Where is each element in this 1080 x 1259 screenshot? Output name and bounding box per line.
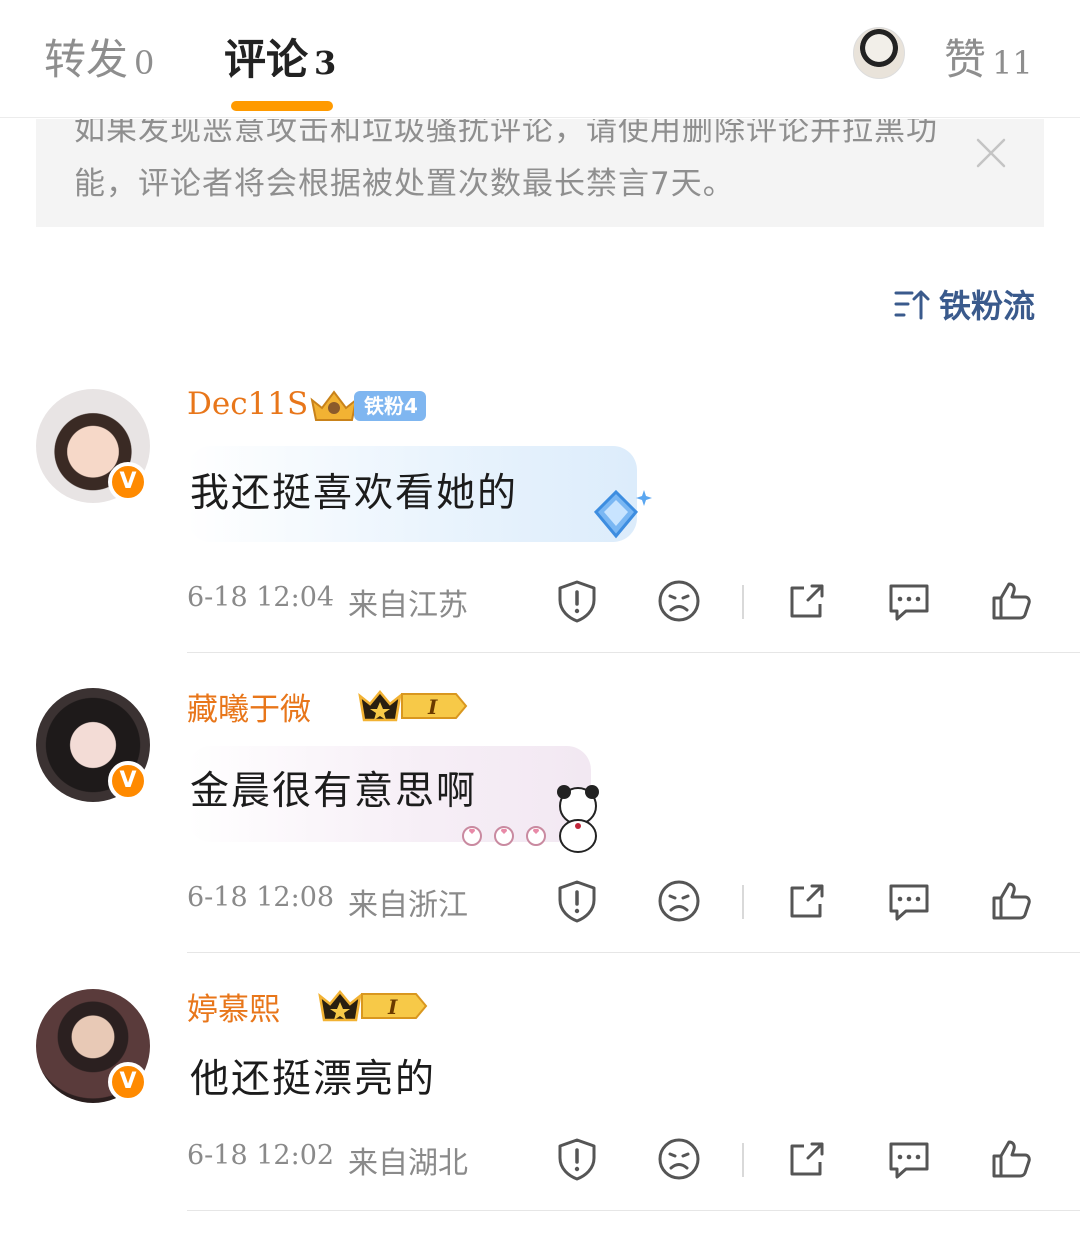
share-icon[interactable] bbox=[784, 578, 830, 624]
diamond-sticker-icon bbox=[593, 489, 652, 539]
active-tab-indicator bbox=[231, 101, 333, 111]
vip-level-text: I bbox=[387, 995, 398, 1019]
dislike-face-icon[interactable] bbox=[656, 878, 702, 924]
tab-comment[interactable]: 评论 3 bbox=[224, 26, 336, 87]
report-icon[interactable] bbox=[554, 878, 600, 924]
dislike-face-icon[interactable] bbox=[656, 1136, 702, 1182]
comment-location: 来自江苏 bbox=[348, 588, 468, 623]
verified-badge: V bbox=[108, 761, 148, 801]
action-divider bbox=[742, 885, 744, 919]
comment-divider bbox=[187, 952, 1080, 953]
comment-location: 来自浙江 bbox=[348, 888, 468, 923]
like-icon[interactable] bbox=[988, 878, 1034, 924]
vip-crown-badge[interactable]: I bbox=[316, 986, 430, 1026]
comment-time: 6-18 12:08 bbox=[187, 882, 335, 913]
comment-time: 6-18 12:02 bbox=[187, 1140, 335, 1171]
iron-fan-badge[interactable]: 铁粉4 bbox=[308, 389, 426, 423]
comment-username[interactable]: 婷慕熙 bbox=[187, 984, 280, 1029]
sort-label: 铁粉流 bbox=[939, 287, 1036, 325]
comment-text: 我还挺喜欢看她的 bbox=[190, 471, 519, 516]
verified-badge: V bbox=[108, 462, 148, 502]
comment-time: 6-18 12:04 bbox=[187, 582, 335, 613]
sort-button[interactable]: 铁粉流 bbox=[893, 284, 1036, 325]
reply-icon[interactable] bbox=[886, 1136, 932, 1182]
report-icon[interactable] bbox=[554, 1136, 600, 1182]
tab-forward[interactable]: 转发 0 bbox=[44, 26, 154, 87]
comment-username[interactable]: Dec11S bbox=[187, 386, 308, 422]
comment-username[interactable]: 藏曦于微 bbox=[187, 684, 311, 729]
vip-crown-badge[interactable]: I bbox=[356, 686, 470, 726]
tab-forward-count: 0 bbox=[134, 44, 155, 82]
vip-level-text: I bbox=[427, 695, 438, 719]
like-icon[interactable] bbox=[988, 578, 1034, 624]
like-icon[interactable] bbox=[988, 1136, 1034, 1182]
verified-badge: V bbox=[108, 1062, 148, 1102]
action-divider bbox=[742, 585, 744, 619]
moderation-notice: 如果发现恶意攻击和垃圾骚扰评论，请使用删除评论并拉黑功能，评论者将会根据被处置次… bbox=[36, 119, 1044, 227]
tab-comment-count: 3 bbox=[314, 44, 337, 82]
report-icon[interactable] bbox=[554, 578, 600, 624]
tab-comment-label: 评论 bbox=[224, 35, 309, 84]
reply-icon[interactable] bbox=[886, 878, 932, 924]
dislike-face-icon[interactable] bbox=[656, 578, 702, 624]
comment-text: 他还挺漂亮的 bbox=[190, 1057, 437, 1102]
comment-text: 金晨很有意思啊 bbox=[190, 769, 478, 814]
tab-like-label: 赞 bbox=[944, 35, 987, 84]
sort-icon bbox=[894, 290, 930, 320]
tab-forward-label: 转发 bbox=[44, 35, 129, 84]
share-icon[interactable] bbox=[784, 878, 830, 924]
reply-icon[interactable] bbox=[886, 578, 932, 624]
comment-divider bbox=[187, 1210, 1080, 1211]
like-user-avatar[interactable] bbox=[853, 27, 905, 79]
tab-like-count: 11 bbox=[992, 44, 1033, 82]
crown-icon bbox=[310, 390, 358, 421]
close-icon[interactable] bbox=[972, 134, 1010, 172]
share-icon[interactable] bbox=[784, 1136, 830, 1182]
tab-like[interactable]: 赞 11 bbox=[944, 26, 1033, 87]
iron-fan-label: 铁粉4 bbox=[354, 391, 426, 421]
notice-text: 如果发现恶意攻击和垃圾骚扰评论，请使用删除评论并拉黑功能，评论者将会根据被处置次… bbox=[74, 119, 938, 202]
comment-location: 来自湖北 bbox=[348, 1146, 468, 1181]
comment-divider bbox=[187, 652, 1080, 653]
action-divider bbox=[742, 1143, 744, 1177]
tab-bar: 转发 0 评论 3 赞 11 bbox=[0, 0, 1080, 118]
